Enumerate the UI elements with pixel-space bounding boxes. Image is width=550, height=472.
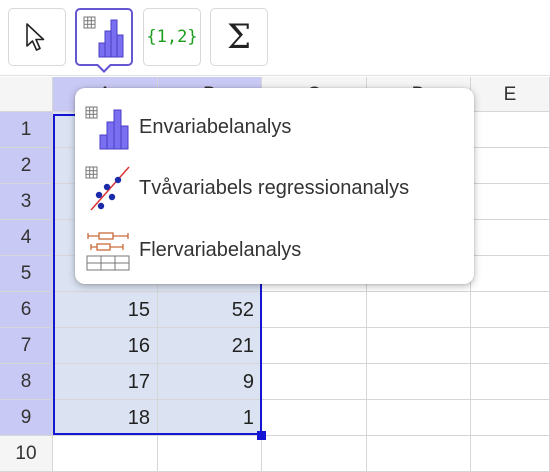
cell-e7[interactable] — [471, 328, 550, 364]
cell-b8[interactable]: 9 — [158, 364, 262, 400]
cell-e9[interactable] — [471, 400, 550, 436]
cell-a9[interactable]: 18 — [53, 400, 158, 436]
row-header-10[interactable]: 10 — [0, 436, 53, 472]
cell-a6[interactable]: 15 — [53, 292, 158, 328]
cell-a8[interactable]: 17 — [53, 364, 158, 400]
menu-item-label: Envariabelanalys — [139, 115, 292, 138]
cell-e5[interactable] — [471, 256, 550, 292]
cell-c7[interactable] — [262, 328, 367, 364]
cell-e2[interactable] — [471, 148, 550, 184]
cell-b10[interactable] — [158, 436, 262, 472]
row-header-5[interactable]: 5 — [0, 256, 53, 292]
cell-d6[interactable] — [367, 292, 471, 328]
row-header-1[interactable]: 1 — [0, 112, 53, 148]
sum-tool-button[interactable]: Σ — [210, 8, 268, 66]
sheet-corner[interactable] — [0, 77, 53, 112]
cell-d9[interactable] — [367, 400, 471, 436]
row-header-3[interactable]: 3 — [0, 184, 53, 220]
arrow-cursor-icon — [26, 23, 45, 51]
row-header-2[interactable]: 2 — [0, 148, 53, 184]
row-header-4[interactable]: 4 — [0, 220, 53, 256]
cell-c8[interactable] — [262, 364, 367, 400]
row-header-6[interactable]: 6 — [0, 292, 53, 328]
cell-d8[interactable] — [367, 364, 471, 400]
cell-a10[interactable] — [53, 436, 158, 472]
cell-d10[interactable] — [367, 436, 471, 472]
toolbar: {1,2} Σ — [0, 0, 550, 76]
menu-item-label: Flervariabelanalys — [139, 238, 302, 261]
cell-e8[interactable] — [471, 364, 550, 400]
cell-c9[interactable] — [262, 400, 367, 436]
multi-variable-analysis-icon — [86, 232, 130, 271]
cell-e1[interactable] — [471, 112, 550, 148]
cell-a7[interactable]: 16 — [53, 328, 158, 364]
cell-b7[interactable]: 21 — [158, 328, 262, 364]
cell-b9[interactable]: 1 — [158, 400, 262, 436]
analysis-tool-button[interactable] — [75, 8, 133, 73]
row-header-7[interactable]: 7 — [0, 328, 53, 364]
menu-item-one-variable-analysis[interactable]: Envariabelanalys — [75, 98, 474, 156]
menu-item-multi-variable-analysis[interactable]: Flervariabelanalys — [75, 221, 474, 279]
fill-handle[interactable] — [257, 431, 266, 440]
move-tool-button[interactable] — [8, 8, 66, 66]
one-variable-analysis-icon — [85, 106, 129, 150]
analysis-dropdown-menu: Envariabelanalys Tvåvariabels regression… — [75, 88, 474, 284]
menu-item-label: Tvåvariabels regressionanalys — [139, 176, 410, 199]
cell-c6[interactable] — [262, 292, 367, 328]
cell-b6[interactable]: 52 — [158, 292, 262, 328]
cell-e4[interactable] — [471, 220, 550, 256]
list-tool-button[interactable]: {1,2} — [143, 8, 201, 66]
cell-d7[interactable] — [367, 328, 471, 364]
cell-e3[interactable] — [471, 184, 550, 220]
cell-c10[interactable] — [262, 436, 367, 472]
row-header-8[interactable]: 8 — [0, 364, 53, 400]
list-tool-label: {1,2} — [146, 27, 198, 47]
menu-item-two-variable-regression[interactable]: Tvåvariabels regressionanalys — [75, 159, 474, 217]
cell-e10[interactable] — [471, 436, 550, 472]
histogram-icon — [83, 16, 124, 58]
cell-e6[interactable] — [471, 292, 550, 328]
column-header-e[interactable]: E — [471, 77, 550, 112]
sigma-icon: Σ — [226, 17, 252, 57]
row-header-9[interactable]: 9 — [0, 400, 53, 436]
two-variable-regression-icon — [85, 166, 130, 211]
